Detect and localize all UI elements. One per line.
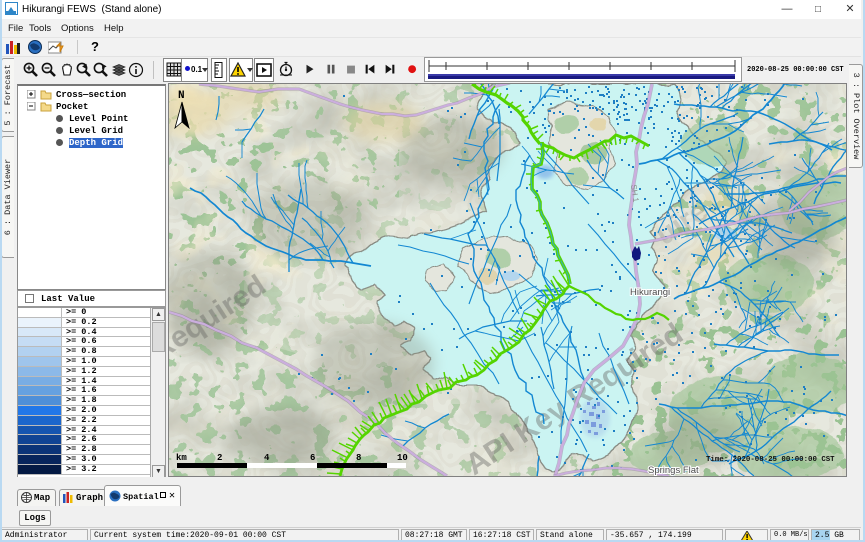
svg-text:Time: 2020-08-25 00:00:00 CST: Time: 2020-08-25 00:00:00 CST	[706, 456, 835, 464]
svg-text:4: 4	[264, 453, 270, 463]
svg-text:10: 10	[397, 453, 408, 463]
svg-text:2: 2	[217, 453, 222, 463]
svg-text:Hikurangi: Hikurangi	[630, 287, 670, 298]
svg-text:6: 6	[310, 453, 315, 463]
svg-text:N: N	[178, 90, 185, 102]
svg-text:8: 8	[356, 453, 361, 463]
svg-text:Springs Flat: Springs Flat	[648, 465, 699, 476]
svg-text:km: km	[176, 453, 187, 463]
